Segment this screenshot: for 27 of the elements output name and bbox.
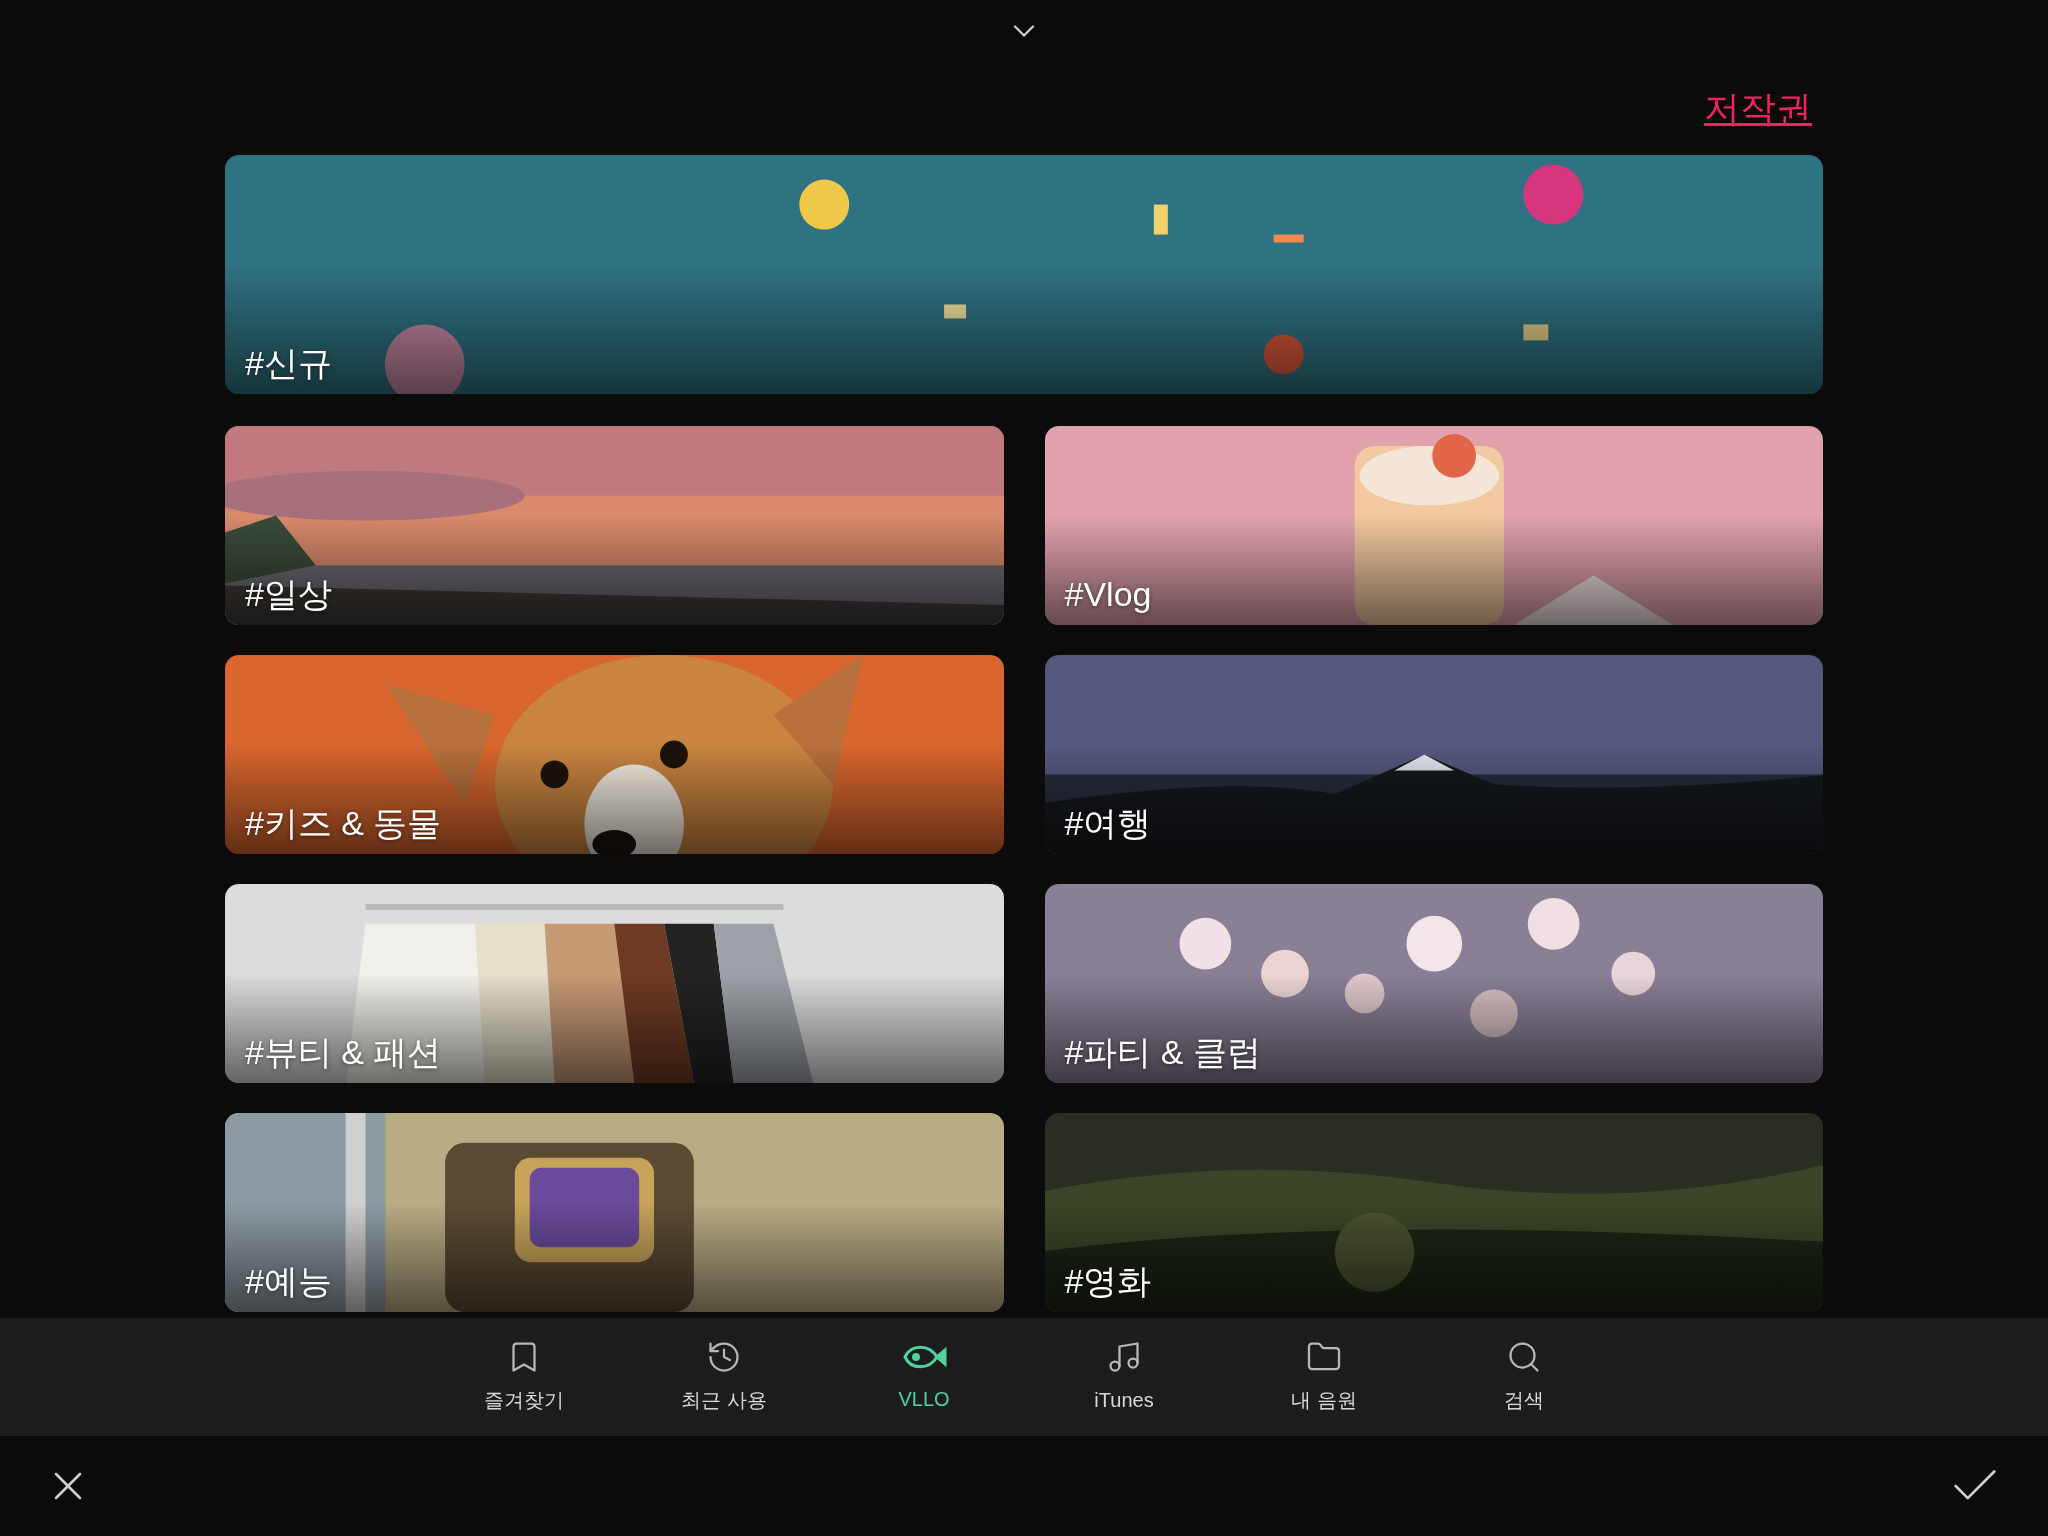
category-label: #여행 <box>1064 806 1152 840</box>
category-card[interactable]: #Vlog <box>1044 426 1823 625</box>
category-label: #영화 <box>1064 1264 1152 1298</box>
tab[interactable]: 검색 <box>1424 1318 1624 1436</box>
category-label: #키즈 & 동물 <box>245 806 442 840</box>
copyright-link[interactable]: 저작권 <box>1704 81 1812 136</box>
category-label: #Vlog <box>1064 577 1152 611</box>
tab[interactable]: iTunes <box>1024 1318 1224 1436</box>
category-label: #일상 <box>245 577 332 611</box>
category-card[interactable]: #여행 <box>1044 655 1823 854</box>
category-card[interactable]: #신규 <box>225 155 1823 394</box>
category-label: #예능 <box>245 1264 332 1298</box>
history-icon <box>706 1339 742 1375</box>
tab[interactable]: VLLO <box>824 1318 1024 1436</box>
category-card[interactable]: #일상 <box>225 426 1004 625</box>
category-card[interactable]: #영화 <box>1044 1113 1823 1312</box>
tab[interactable]: 내 음원 <box>1224 1318 1424 1436</box>
music-note-icon <box>1106 1339 1142 1375</box>
category-card[interactable]: #키즈 & 동물 <box>225 655 1004 854</box>
tab[interactable]: 최근 사용 <box>624 1318 824 1436</box>
search-icon <box>1506 1339 1542 1375</box>
category-card[interactable]: #예능 <box>225 1113 1004 1312</box>
category-label: #뷰티 & 패션 <box>245 1035 442 1069</box>
category-card[interactable]: #파티 & 클럽 <box>1044 884 1823 1083</box>
category-label: #파티 & 클럽 <box>1064 1035 1261 1069</box>
tab[interactable]: 즐겨찾기 <box>424 1318 624 1436</box>
category-label: #신규 <box>245 346 332 380</box>
